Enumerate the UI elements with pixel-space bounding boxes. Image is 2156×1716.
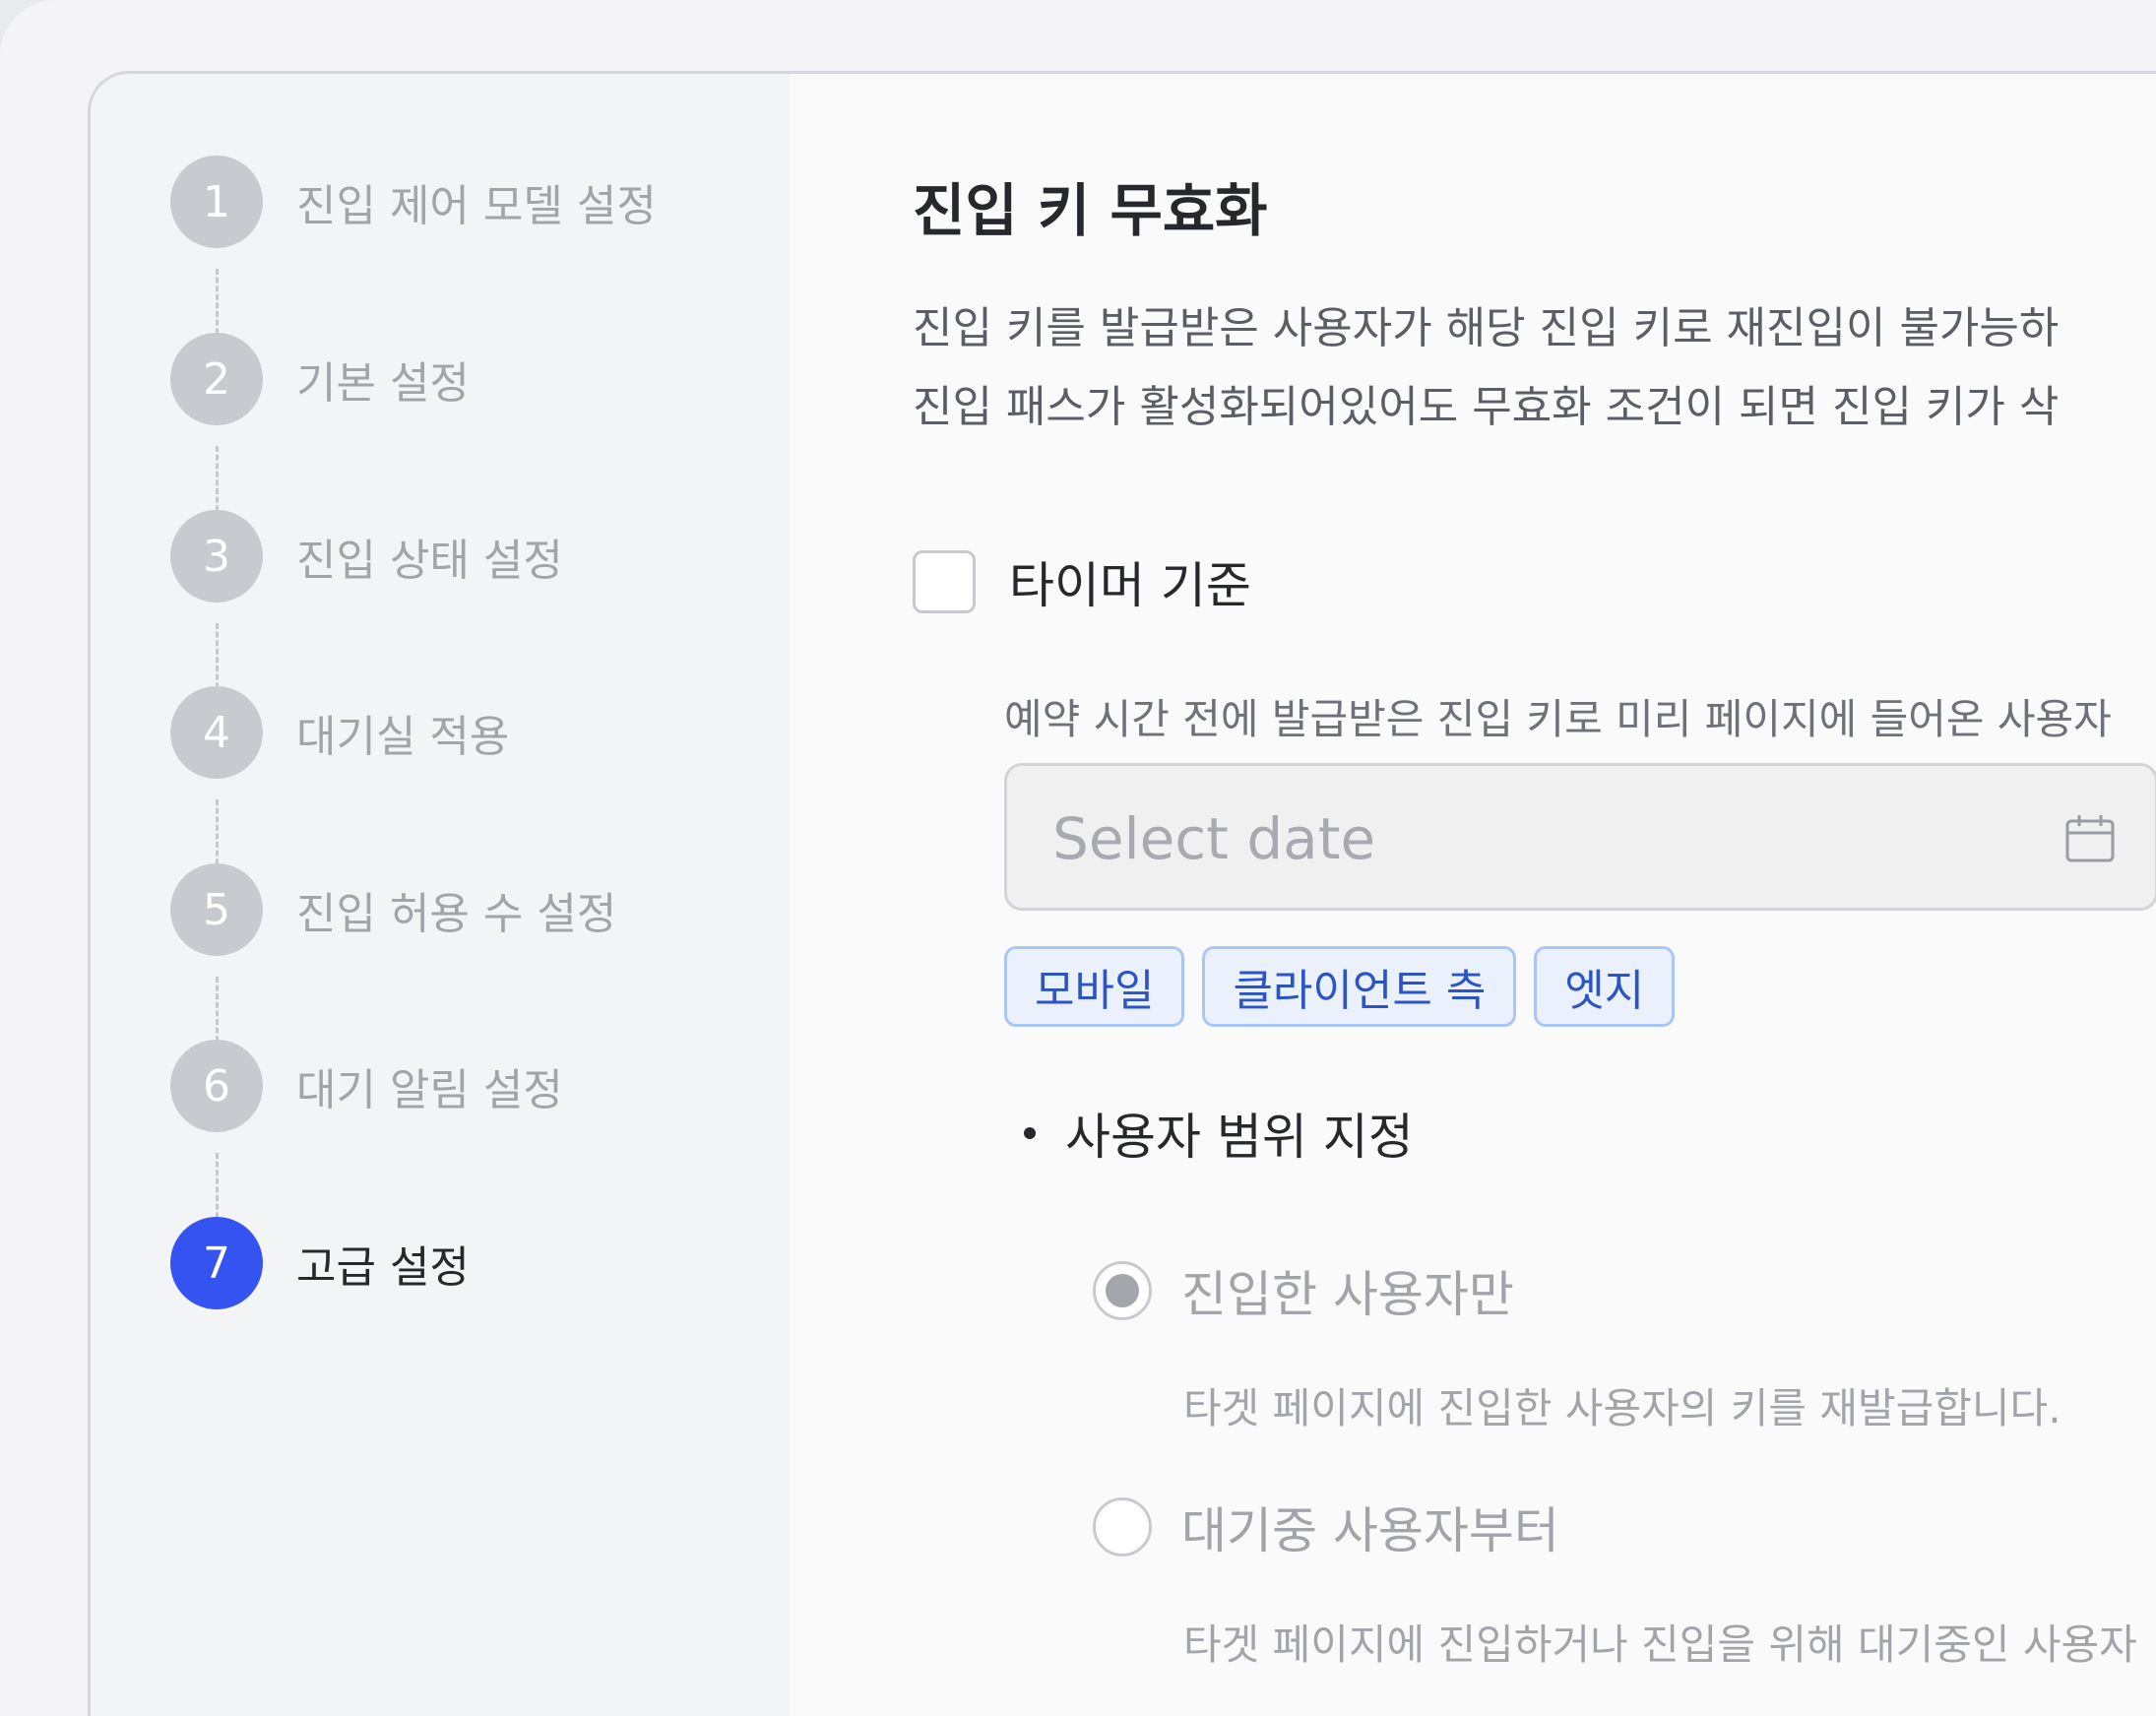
stepper-sidebar: 1 진입 제어 모델 설정 2 기본 설정 3 진입 상태 설정 4 대기실 적…	[91, 74, 790, 1716]
radio-waiting-description: 타겟 페이지에 진입하거나 진입을 위해 대기중인 사용자	[1183, 1621, 2137, 1669]
step-4-label: 대기실 적용	[296, 712, 510, 762]
step-2-number: 2	[170, 333, 263, 425]
description-line-1: 진입 키를 발급받은 사용자가 해당 진입 키로 재진입이 불가능하	[913, 303, 2060, 353]
timer-checkbox-label: 타이머 기준	[1009, 557, 1251, 614]
scope-heading: 사용자 범위 지정	[1024, 1098, 1414, 1169]
step-4-number: 4	[170, 686, 263, 779]
scope-heading-text: 사용자 범위 지정	[1065, 1109, 1414, 1166]
step-3-number: 3	[170, 510, 263, 603]
main-content: 진입 키 무효화 진입 키를 발급받은 사용자가 해당 진입 키로 재진입이 불…	[913, 74, 2156, 1716]
timer-description: 예약 시간 전에 발급받은 진입 키로 미리 페이지에 들어온 사용자	[1004, 695, 2112, 743]
step-5-label: 진입 허용 수 설정	[296, 889, 617, 939]
step-6-label: 대기 알림 설정	[296, 1065, 563, 1115]
description-line-2: 진입 패스가 활성화되어있어도 무효화 조건이 되면 진입 키가 삭	[913, 382, 2060, 432]
tag-client-side[interactable]: 클라이언트 측	[1202, 946, 1517, 1027]
calendar-icon[interactable]	[2064, 813, 2116, 864]
step-3[interactable]: 3 진입 상태 설정	[170, 509, 563, 604]
step-6-number: 6	[170, 1040, 263, 1132]
date-picker-input[interactable]: Select date	[1004, 763, 2156, 911]
date-placeholder: Select date	[1052, 805, 1376, 872]
step-2[interactable]: 2 기본 설정	[170, 332, 470, 426]
step-1-number: 1	[170, 156, 263, 248]
step-3-label: 진입 상태 설정	[296, 536, 563, 586]
radio-entered[interactable]	[1093, 1261, 1152, 1320]
step-2-label: 기본 설정	[296, 358, 470, 409]
timer-option[interactable]: 타이머 기준	[913, 546, 1251, 617]
step-4[interactable]: 4 대기실 적용	[170, 685, 509, 780]
step-1[interactable]: 1 진입 제어 모델 설정	[170, 155, 657, 249]
step-7[interactable]: 7 고급 설정	[170, 1216, 470, 1310]
step-5-number: 5	[170, 863, 263, 956]
radio-waiting-label: 대기중 사용자부터	[1181, 1502, 1559, 1559]
scope-option-entered[interactable]: 진입한 사용자만	[1093, 1255, 1514, 1326]
platform-tags: 모바일 클라이언트 측 엣지	[1004, 946, 1692, 1027]
step-6[interactable]: 6 대기 알림 설정	[170, 1039, 563, 1133]
step-1-label: 진입 제어 모델 설정	[296, 181, 657, 231]
step-5[interactable]: 5 진입 허용 수 설정	[170, 862, 616, 957]
bullet-dot	[1024, 1127, 1036, 1139]
radio-selected-dot	[1106, 1274, 1139, 1307]
app-frame: 1 진입 제어 모델 설정 2 기본 설정 3 진입 상태 설정 4 대기실 적…	[0, 0, 2156, 1716]
scope-option-waiting[interactable]: 대기중 사용자부터	[1093, 1492, 1559, 1562]
settings-window: 1 진입 제어 모델 설정 2 기본 설정 3 진입 상태 설정 4 대기실 적…	[88, 71, 2156, 1716]
page-title: 진입 키 무효화	[913, 177, 1268, 244]
radio-entered-label: 진입한 사용자만	[1181, 1266, 1514, 1323]
step-7-number: 7	[170, 1217, 263, 1309]
timer-checkbox[interactable]	[913, 550, 976, 613]
tag-mobile[interactable]: 모바일	[1004, 946, 1185, 1027]
radio-waiting[interactable]	[1093, 1497, 1152, 1557]
tag-edge[interactable]: 엣지	[1534, 946, 1676, 1027]
step-7-label: 고급 설정	[296, 1242, 470, 1293]
radio-entered-description: 타겟 페이지에 진입한 사용자의 키를 재발급합니다.	[1183, 1384, 2061, 1432]
